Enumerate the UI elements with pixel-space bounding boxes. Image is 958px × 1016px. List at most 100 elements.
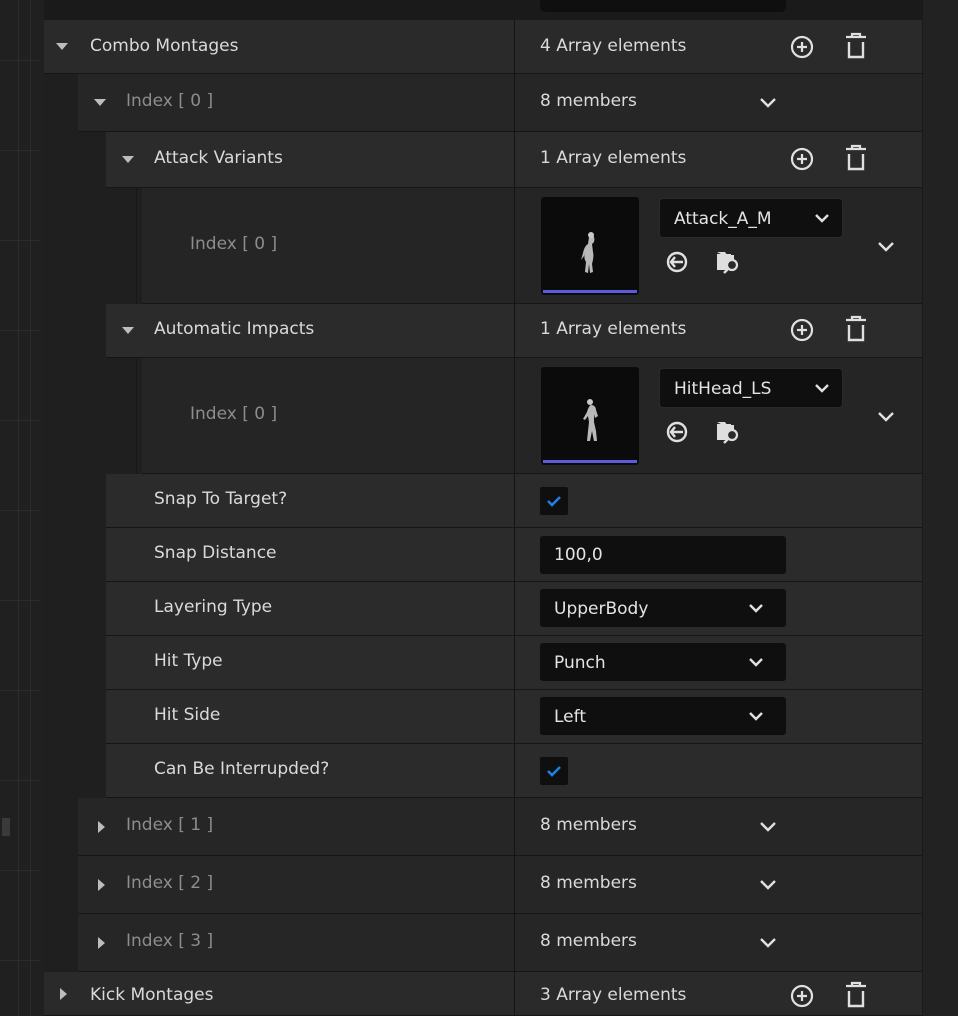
- array-count: 1 Array elements: [540, 319, 687, 339]
- chevron-down-icon[interactable]: [877, 240, 895, 254]
- chevron-down-icon[interactable]: [877, 410, 895, 424]
- chevron-down-icon[interactable]: [814, 383, 830, 395]
- chevron-down-icon[interactable]: [759, 96, 777, 110]
- asset-picker[interactable]: Attack_A_M: [659, 198, 843, 238]
- selected-value: Left: [554, 707, 586, 727]
- row-snap-to-target: Snap To Target?: [44, 474, 922, 528]
- row-label: Kick Montages: [90, 985, 214, 1005]
- row-index-2[interactable]: Index [ 2 ] 8 members: [44, 856, 922, 914]
- expand-arrow-icon[interactable]: [60, 988, 67, 1000]
- delete-all-icon[interactable]: [843, 32, 869, 60]
- asset-type-bar: [543, 460, 637, 463]
- use-selected-asset-icon[interactable]: [665, 420, 689, 444]
- snap-distance-value: 100,0: [554, 545, 603, 565]
- gutter-tick: [0, 150, 40, 151]
- gutter-tick: [0, 780, 40, 781]
- add-element-icon[interactable]: [789, 317, 815, 343]
- row-hit-type: Hit Type Punch: [44, 636, 922, 690]
- array-count: 4 Array elements: [540, 36, 687, 56]
- row-impacts-index-0[interactable]: Index [ 0 ] HitHead_LS: [44, 358, 922, 474]
- can-be-interrupted-checkbox[interactable]: [539, 756, 569, 786]
- selected-value: UpperBody: [554, 599, 649, 619]
- add-element-icon[interactable]: [789, 34, 815, 60]
- asset-name: Attack_A_M: [674, 209, 772, 229]
- members-count: 8 members: [540, 815, 637, 835]
- row-label: Can Be Interrupded?: [154, 759, 330, 779]
- gutter-tick: [0, 420, 40, 421]
- chevron-down-icon[interactable]: [748, 603, 764, 615]
- chevron-down-icon[interactable]: [759, 878, 777, 892]
- hit-type-dropdown[interactable]: Punch: [539, 642, 787, 682]
- asset-thumbnail[interactable]: [541, 197, 639, 295]
- gutter-tick: [0, 240, 40, 241]
- delete-all-icon[interactable]: [843, 315, 869, 343]
- snap-distance-input[interactable]: 100,0: [539, 535, 787, 575]
- asset-type-bar: [543, 290, 637, 293]
- chevron-down-icon[interactable]: [748, 657, 764, 669]
- chevron-down-icon[interactable]: [759, 820, 777, 834]
- use-selected-asset-icon[interactable]: [665, 250, 689, 274]
- row-index-1[interactable]: Index [ 1 ] 8 members: [44, 798, 922, 856]
- animation-preview: [581, 232, 595, 273]
- gutter-tick: [0, 330, 40, 331]
- row-label: Index [ 2 ]: [126, 873, 214, 893]
- members-count: 8 members: [540, 873, 637, 893]
- chevron-down-icon[interactable]: [814, 213, 830, 225]
- row-automatic-impacts[interactable]: Automatic Impacts 1 Array elements: [44, 304, 922, 358]
- scroll-marker[interactable]: [2, 818, 10, 836]
- hit-side-dropdown[interactable]: Left: [539, 696, 787, 736]
- row-label: Attack Variants: [154, 148, 283, 168]
- top-gap: [44, 0, 922, 7]
- expand-arrow-icon[interactable]: [98, 879, 105, 891]
- row-can-be-interrupted: Can Be Interrupded?: [44, 744, 922, 798]
- add-element-icon[interactable]: [789, 146, 815, 172]
- gutter-tick: [0, 60, 40, 61]
- members-count: 8 members: [540, 931, 637, 951]
- row-label: Index [ 3 ]: [126, 931, 214, 951]
- gutter-tick: [0, 870, 40, 871]
- row-kick-montages[interactable]: Kick Montages 3 Array elements: [44, 972, 922, 1016]
- row-index-0[interactable]: Index [ 0 ] 8 members: [44, 74, 922, 132]
- delete-all-icon[interactable]: [843, 981, 869, 1009]
- delete-all-icon[interactable]: [843, 144, 869, 172]
- members-count: 8 members: [540, 91, 637, 111]
- expand-arrow-icon[interactable]: [98, 821, 105, 833]
- add-element-icon[interactable]: [789, 983, 815, 1009]
- array-count: 1 Array elements: [540, 148, 687, 168]
- checkmark-icon: [547, 496, 561, 507]
- row-index-3[interactable]: Index [ 3 ] 8 members: [44, 914, 922, 972]
- row-layering-type: Layering Type UpperBody: [44, 582, 922, 636]
- collapse-arrow-icon[interactable]: [56, 43, 68, 50]
- row-label: Index [ 0 ]: [126, 91, 214, 111]
- chevron-down-icon[interactable]: [759, 936, 777, 950]
- gutter-line: [18, 0, 19, 1016]
- row-label: Hit Type: [154, 651, 223, 671]
- asset-name: HitHead_LS: [674, 379, 772, 399]
- row-attack-variants[interactable]: Attack Variants 1 Array elements: [44, 132, 922, 188]
- asset-thumbnail[interactable]: [541, 367, 639, 465]
- expand-arrow-icon[interactable]: [98, 937, 105, 949]
- animation-preview: [583, 399, 598, 441]
- row-label: Automatic Impacts: [154, 319, 315, 339]
- previous-value-field[interactable]: [540, 0, 786, 12]
- gutter-tick: [0, 960, 40, 961]
- chevron-down-icon[interactable]: [748, 711, 764, 723]
- browse-asset-icon[interactable]: [715, 248, 741, 274]
- gutter-line: [30, 0, 31, 1016]
- collapse-arrow-icon[interactable]: [122, 156, 134, 163]
- browse-asset-icon[interactable]: [715, 418, 741, 444]
- gutter-tick: [0, 690, 40, 691]
- row-label: Index [ 0 ]: [190, 404, 278, 424]
- row-attack-index-0[interactable]: Index [ 0 ] Attack_A_M: [44, 188, 922, 304]
- layering-type-dropdown[interactable]: UpperBody: [539, 588, 787, 628]
- collapse-arrow-icon[interactable]: [94, 99, 106, 106]
- snap-to-target-checkbox[interactable]: [539, 486, 569, 516]
- row-combo-montages[interactable]: Combo Montages 4 Array elements: [44, 20, 922, 74]
- right-margin: [922, 0, 958, 1016]
- row-hit-side: Hit Side Left: [44, 690, 922, 744]
- selected-value: Punch: [554, 653, 606, 673]
- gutter-tick: [0, 600, 40, 601]
- row-label: Snap Distance: [154, 543, 277, 563]
- asset-picker[interactable]: HitHead_LS: [659, 368, 843, 408]
- collapse-arrow-icon[interactable]: [122, 327, 134, 334]
